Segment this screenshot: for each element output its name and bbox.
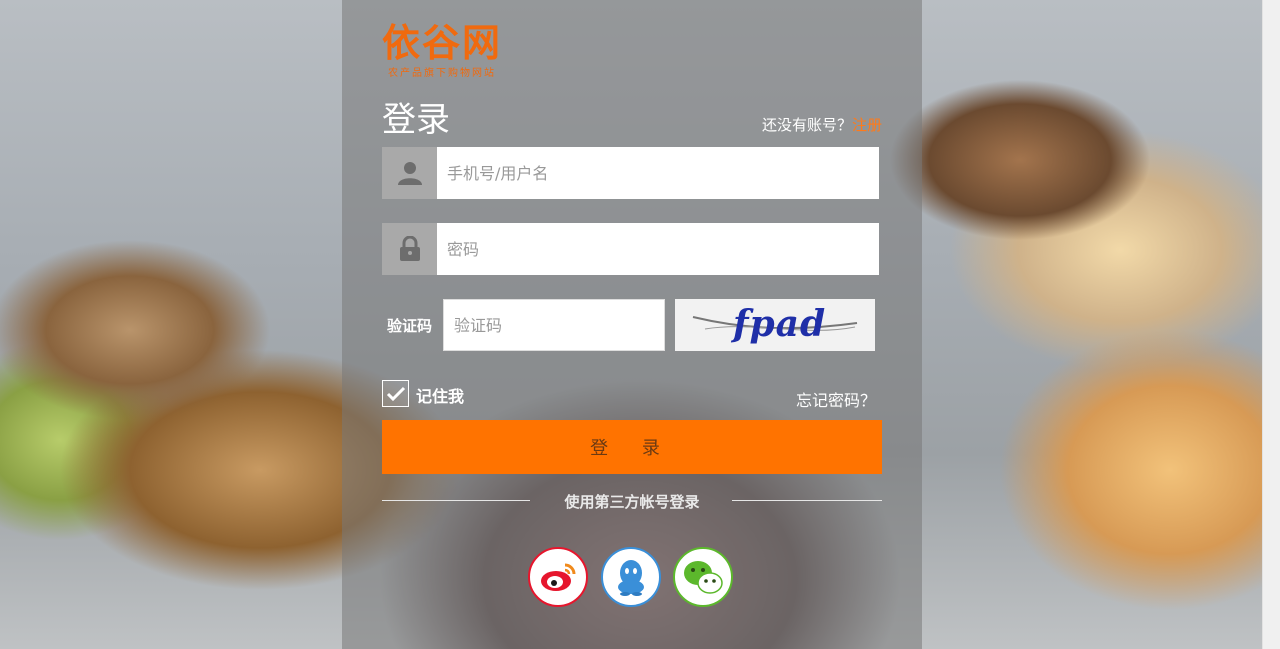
divider-line-right [732, 500, 882, 501]
remember-label[interactable]: 记住我 [416, 383, 464, 407]
logo-tagline: 农产品旗下购物网站 [388, 68, 496, 79]
register-prompt: 还没有账号？注册 [762, 114, 882, 135]
wechat-icon [684, 561, 723, 594]
qq-icon [618, 560, 644, 596]
page-title: 登录 [382, 100, 450, 140]
lock-icon [382, 223, 437, 275]
login-panel: 依谷网 农产品旗下购物网站 登录 还没有账号？注册 验证码 [342, 0, 922, 649]
captcha-text: fpad [733, 303, 827, 345]
captcha-label: 验证码 [387, 317, 433, 335]
wechat-login-button[interactable] [673, 547, 733, 607]
weibo-icon [541, 563, 576, 591]
user-icon [382, 147, 437, 199]
password-input[interactable] [437, 223, 879, 275]
username-field [382, 147, 879, 199]
no-account-text: 还没有账号？ [761, 116, 852, 134]
login-button[interactable]: 登 录 [382, 420, 882, 474]
check-icon [386, 386, 405, 401]
username-input[interactable] [437, 147, 879, 199]
remember-checkbox[interactable] [382, 380, 409, 407]
logo-mark: 依谷网 [382, 23, 503, 65]
brand-logo[interactable]: 依谷网 农产品旗下购物网站 [382, 24, 532, 80]
third-party-heading: 使用第三方帐号登录 [564, 493, 700, 511]
third-party-divider: 使用第三方帐号登录 [382, 490, 882, 511]
forgot-password-link[interactable]: 忘记密码？ [796, 387, 876, 411]
page-scrollbar[interactable] [1262, 0, 1280, 649]
qq-login-button[interactable] [601, 547, 661, 607]
captcha-image[interactable]: fpad [675, 299, 875, 351]
password-field [382, 223, 879, 275]
register-link[interactable]: 注册 [852, 116, 882, 134]
captcha-input[interactable] [443, 299, 665, 351]
weibo-login-button[interactable] [528, 547, 588, 607]
